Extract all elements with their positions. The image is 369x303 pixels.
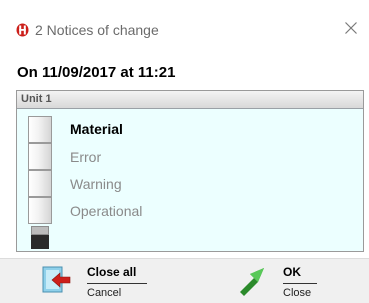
signal-tower-red-icon [16, 23, 29, 37]
status-operational: Operational [70, 203, 143, 219]
tower-foot [31, 235, 49, 249]
close-icon[interactable] [344, 21, 358, 35]
tower-segment [28, 197, 52, 224]
tower-base [31, 226, 49, 235]
close-all-button[interactable]: Close all Cancel [40, 264, 150, 302]
status-material: Material [70, 121, 123, 137]
signal-tower-icon [28, 116, 52, 249]
button-divider [87, 283, 147, 284]
unit-name: Unit 1 [21, 93, 52, 105]
ok-button[interactable]: OK Close [236, 264, 326, 302]
ok-sublabel: Close [283, 287, 312, 299]
close-all-label: Close all [87, 265, 137, 279]
button-divider [283, 283, 317, 284]
status-warning: Warning [70, 176, 122, 192]
tower-segment [28, 116, 52, 143]
unit-panel: Unit 1 Material Error Warning Operationa… [16, 90, 364, 252]
green-arrow-icon [240, 268, 264, 296]
tower-segment [28, 170, 52, 197]
ok-label: OK [283, 265, 301, 279]
tower-segment [28, 143, 52, 170]
close-all-exit-icon [42, 266, 71, 293]
window-title: 2 Notices of change [35, 22, 159, 38]
status-error: Error [70, 149, 102, 165]
close-all-sublabel: Cancel [87, 287, 122, 299]
button-bar: Close all Cancel OK Close [0, 258, 369, 303]
notice-timestamp-heading: On 11/09/2017 at 11:21 [17, 64, 176, 81]
title-bar: 2 Notices of change [0, 0, 369, 42]
unit-panel-header: Unit 1 [17, 91, 363, 109]
